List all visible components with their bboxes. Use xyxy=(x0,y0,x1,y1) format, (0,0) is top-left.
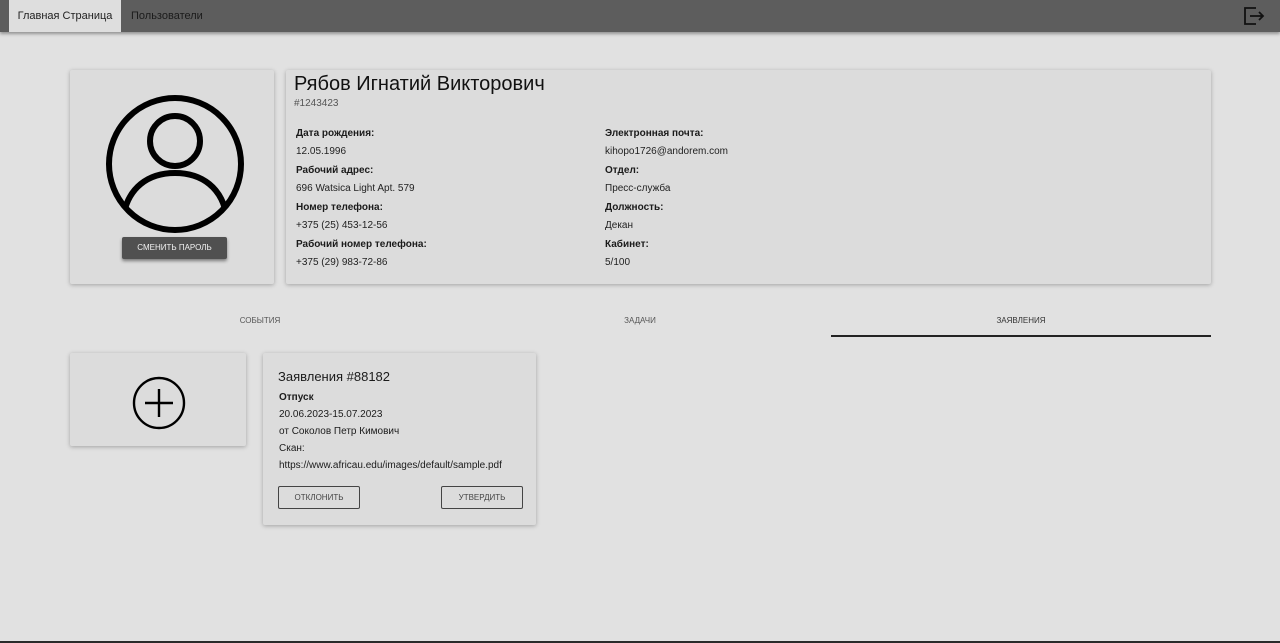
logout-button[interactable] xyxy=(1242,5,1266,27)
application-title: Заявления #88182 xyxy=(278,369,391,384)
application-dates: 20.06.2023-15.07.2023 xyxy=(279,409,383,420)
field-label: Номер телефона: xyxy=(296,202,383,213)
profile-fields-right: Электронная почта: kihopo1726@andorem.co… xyxy=(605,126,728,274)
application-author: от Соколов Петр Кимович xyxy=(279,426,400,437)
profile-info-card: Рябов Игнатий Викторович #1243423 Дата р… xyxy=(286,70,1211,284)
application-type: Отпуск xyxy=(279,392,314,403)
field-phone: Номер телефона: +375 (25) 453-12-56 xyxy=(296,200,427,237)
application-scan-link[interactable]: https://www.africau.edu/images/default/s… xyxy=(279,460,502,471)
field-label: Должность: xyxy=(605,202,664,213)
field-value: 696 Watsica Light Apt. 579 xyxy=(296,183,415,194)
field-value: +375 (25) 453-12-56 xyxy=(296,220,388,231)
field-office: Кабинет: 5/100 xyxy=(605,237,728,274)
plus-circle-icon xyxy=(132,376,186,430)
logout-icon xyxy=(1244,7,1265,25)
field-label: Рабочий номер телефона: xyxy=(296,239,427,250)
field-department: Отдел: Пресс-служба xyxy=(605,163,728,200)
field-position: Должность: Декан xyxy=(605,200,728,237)
application-card: Заявления #88182 Отпуск 20.06.2023-15.07… xyxy=(263,353,536,525)
tab-applications[interactable]: Заявления xyxy=(831,308,1211,337)
field-label: Рабочий адрес: xyxy=(296,165,374,176)
nav-tab-users[interactable]: Пользователи xyxy=(122,0,212,32)
field-email: Электронная почта: kihopo1726@andorem.co… xyxy=(605,126,728,163)
field-value: +375 (29) 983-72-86 xyxy=(296,257,388,268)
nav-tab-home[interactable]: Главная Страница xyxy=(9,0,121,32)
field-value: Декан xyxy=(605,220,634,231)
employee-name: Рябов Игнатий Викторович xyxy=(294,73,545,95)
tab-events[interactable]: События xyxy=(70,308,450,338)
field-value: 12.05.1996 xyxy=(296,146,347,157)
change-password-button[interactable]: Сменить пароль xyxy=(122,237,227,259)
field-label: Отдел: xyxy=(605,165,640,176)
field-work-phone: Рабочий номер телефона: +375 (29) 983-72… xyxy=(296,237,427,274)
field-value: kihopo1726@andorem.com xyxy=(605,146,729,157)
add-application-card[interactable] xyxy=(70,353,246,446)
field-birthdate: Дата рождения: 12.05.1996 xyxy=(296,126,427,163)
top-navigation-bar: Главная Страница Пользователи xyxy=(0,0,1280,32)
reject-button[interactable]: Отклонить xyxy=(278,486,360,509)
avatar-card: Сменить пароль xyxy=(70,70,274,284)
field-label: Электронная почта: xyxy=(605,128,704,139)
field-label: Кабинет: xyxy=(605,239,649,250)
field-label: Дата рождения: xyxy=(296,128,375,139)
field-value: Пресс-служба xyxy=(605,183,671,194)
approve-button[interactable]: Утвердить xyxy=(441,486,523,509)
section-tabs: События Задачи Заявления xyxy=(70,308,1211,338)
field-value: 5/100 xyxy=(605,257,631,268)
field-work-address: Рабочий адрес: 696 Watsica Light Apt. 57… xyxy=(296,163,427,200)
employee-id: #1243423 xyxy=(294,98,339,109)
user-avatar-icon xyxy=(106,95,244,233)
profile-fields-left: Дата рождения: 12.05.1996 Рабочий адрес:… xyxy=(296,126,427,274)
application-scan-label: Скан: xyxy=(279,443,305,454)
tab-tasks[interactable]: Задачи xyxy=(450,308,830,338)
